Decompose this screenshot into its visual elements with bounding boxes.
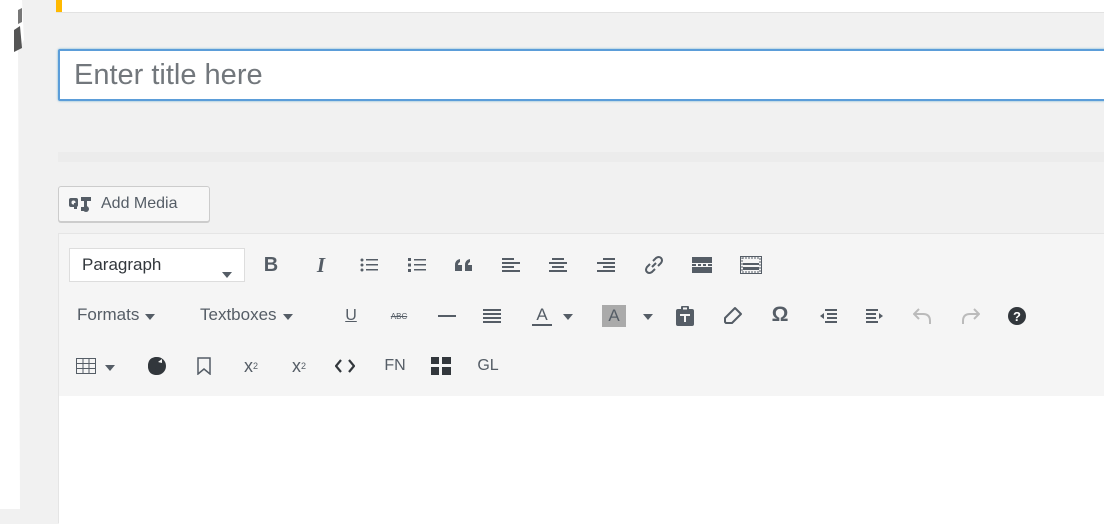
horizontal-line-icon (438, 315, 456, 317)
help-button[interactable]: ? (1005, 304, 1029, 328)
blockquote-button[interactable] (452, 253, 476, 277)
italic-button[interactable]: I (309, 253, 333, 277)
format-select[interactable]: Paragraph (69, 248, 245, 282)
grid-button[interactable] (429, 354, 453, 378)
glossary-button[interactable]: GL (473, 354, 503, 378)
insert-more-icon (692, 257, 712, 273)
chevron-down-icon (145, 305, 156, 325)
bookmark-button[interactable] (192, 354, 216, 378)
code-icon (335, 359, 355, 373)
background-color-icon: A (602, 305, 626, 327)
undo-icon (913, 308, 931, 324)
bold-icon: B (263, 253, 279, 276)
bulleted-list-icon (360, 258, 378, 272)
footnote-button[interactable]: FN (379, 354, 411, 378)
table-button[interactable] (73, 354, 99, 378)
link-button[interactable] (642, 253, 666, 277)
redo-icon (962, 308, 980, 324)
textboxes-menu[interactable]: Textboxes (200, 302, 293, 328)
insert-more-button[interactable] (690, 253, 714, 277)
chevron-down-icon (563, 307, 573, 325)
content-editor[interactable]: Paragraph B I Formats Textboxes U ABC A … (58, 233, 1104, 524)
chevron-down-icon (282, 305, 293, 325)
text-color-button[interactable]: A (529, 302, 555, 330)
keyboard-icon (740, 256, 762, 274)
formats-menu[interactable]: Formats (77, 302, 156, 328)
add-media-button[interactable]: Add Media (58, 186, 210, 222)
background-color-dropdown[interactable] (641, 309, 655, 323)
code-button[interactable] (333, 354, 357, 378)
footnote-label: FN (384, 357, 406, 374)
chevron-down-icon (222, 263, 232, 283)
special-character-icon: Ω (771, 303, 789, 326)
numbered-list-icon (408, 258, 426, 272)
superscript-button[interactable]: x2 (239, 354, 263, 378)
align-right-button[interactable] (594, 253, 618, 277)
align-center-icon (549, 258, 567, 272)
chevron-down-icon (105, 358, 115, 376)
align-center-button[interactable] (546, 253, 570, 277)
undo-button[interactable] (911, 304, 935, 328)
outdent-button[interactable] (816, 304, 840, 328)
clear-formatting-button[interactable] (721, 304, 745, 328)
superscript-icon: x (243, 355, 253, 376)
bookmark-icon (197, 357, 211, 375)
table-icon (76, 358, 96, 374)
bulleted-list-button[interactable] (357, 253, 381, 277)
post-title-input[interactable] (58, 49, 1104, 101)
textboxes-label: Textboxes (200, 305, 277, 324)
underline-icon: U (345, 307, 357, 324)
strikethrough-button[interactable]: ABC (387, 304, 411, 328)
add-media-label: Add Media (101, 195, 178, 212)
strikethrough-icon: ABC (390, 311, 408, 321)
toolbar-toggle-button[interactable] (738, 252, 764, 278)
redo-button[interactable] (958, 304, 982, 328)
glossary-label: GL (477, 357, 499, 374)
italic-icon: I (316, 252, 326, 277)
theme-button[interactable] (145, 354, 169, 378)
window-edge-shard (0, 0, 60, 509)
justify-button[interactable] (480, 304, 504, 328)
special-character-button[interactable]: Ω (767, 302, 793, 328)
editor-content-area[interactable] (59, 396, 1104, 524)
top-panel-edge (56, 0, 1104, 13)
svg-text:?: ? (1013, 309, 1021, 324)
indent-icon (866, 309, 883, 323)
numbered-list-button[interactable] (405, 253, 429, 277)
bold-button[interactable]: B (259, 253, 283, 277)
horizontal-line-button[interactable] (435, 304, 459, 328)
editor-toolbar: Paragraph B I Formats Textboxes U ABC A … (59, 234, 1104, 397)
align-left-icon (502, 258, 520, 272)
grid-icon (431, 357, 451, 375)
blockquote-icon (455, 259, 472, 271)
media-icon (69, 194, 93, 214)
clear-formatting-icon (724, 307, 742, 324)
subscript-icon: x (291, 355, 301, 376)
table-dropdown[interactable] (103, 360, 117, 374)
format-select-value: Paragraph (82, 255, 162, 274)
divider-band (58, 152, 1104, 162)
text-color-icon: A (536, 305, 548, 324)
theme-icon (148, 357, 166, 375)
align-left-button[interactable] (499, 253, 523, 277)
link-icon (645, 256, 663, 274)
indent-button[interactable] (863, 304, 887, 328)
help-icon: ? (1008, 307, 1026, 325)
formats-label: Formats (77, 305, 140, 324)
underline-button[interactable]: U (339, 304, 363, 328)
notice-accent (56, 0, 62, 12)
align-right-icon (597, 258, 615, 272)
justify-icon (483, 309, 501, 323)
subscript-button[interactable]: x2 (287, 354, 311, 378)
outdent-icon (820, 309, 837, 323)
chevron-down-icon (643, 307, 653, 325)
text-color-dropdown[interactable] (561, 309, 575, 323)
background-color-button[interactable]: A (601, 303, 627, 329)
paste-text-icon (676, 306, 694, 326)
paste-text-button[interactable] (673, 304, 697, 328)
